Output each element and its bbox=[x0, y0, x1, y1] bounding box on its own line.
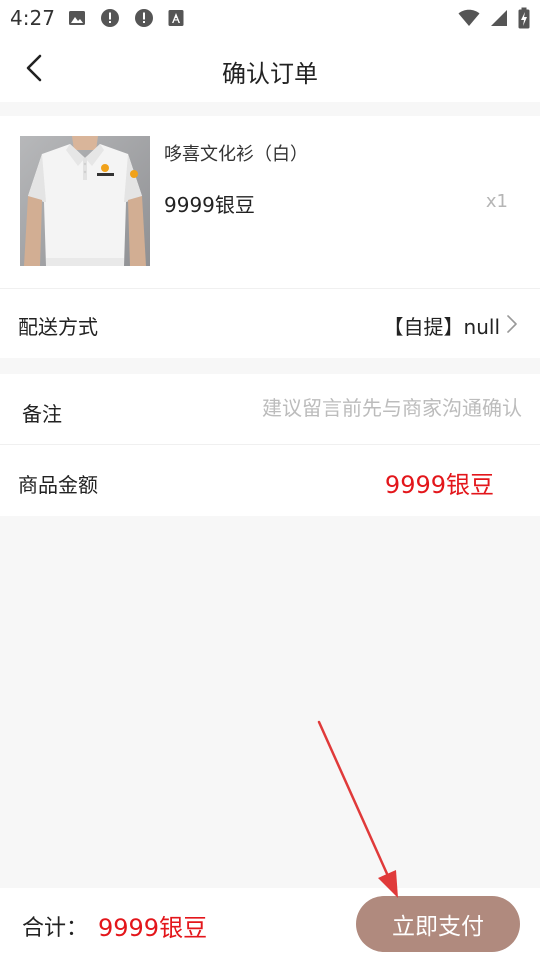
product-card: 哆喜文化衫（白） 9999银豆 x1 bbox=[0, 116, 540, 288]
delivery-method-row[interactable]: 配送方式 【自提】null bbox=[0, 288, 540, 358]
alert-icon bbox=[101, 9, 119, 27]
battery-charging-icon bbox=[518, 7, 530, 29]
remark-label: 备注 bbox=[22, 402, 62, 426]
product-price: 9999银豆 bbox=[164, 193, 255, 217]
wifi-icon bbox=[458, 9, 480, 26]
white-polo-shirt-image bbox=[20, 136, 150, 266]
alert-icon bbox=[135, 9, 153, 27]
product-image bbox=[20, 136, 150, 266]
status-bar: 4:27 bbox=[0, 0, 540, 36]
delivery-value: 【自提】null bbox=[383, 315, 500, 339]
total-label: 合计： bbox=[22, 916, 89, 941]
delivery-label: 配送方式 bbox=[18, 315, 98, 339]
pay-now-button[interactable]: 立即支付 bbox=[356, 896, 520, 952]
status-time: 4:27 bbox=[10, 6, 55, 30]
total-value: 9999银豆 bbox=[98, 914, 208, 942]
signal-icon bbox=[491, 10, 507, 26]
notification-icons bbox=[68, 8, 184, 28]
font-a-icon bbox=[168, 10, 184, 26]
checkout-bar: 合计： 9999银豆 立即支付 bbox=[0, 888, 540, 960]
remark-input[interactable] bbox=[202, 390, 522, 426]
image-icon bbox=[69, 11, 85, 25]
product-amount-row: 商品金额 9999银豆 bbox=[0, 444, 540, 516]
product-quantity: x1 bbox=[485, 191, 508, 212]
confirm-order-screen: 4:27 确认订单 哆喜文化衫（白） 9999银豆 x1 配送方式 【自提】nu… bbox=[0, 0, 540, 960]
system-icons bbox=[458, 7, 530, 29]
product-name: 哆喜文化衫（白） bbox=[164, 144, 308, 165]
amount-value: 9999银豆 bbox=[384, 471, 494, 499]
page-title: 确认订单 bbox=[222, 60, 318, 88]
remark-row: 备注 bbox=[0, 374, 540, 444]
header-bar: 确认订单 bbox=[0, 36, 540, 102]
amount-label: 商品金额 bbox=[18, 473, 98, 497]
chevron-right-icon bbox=[507, 315, 517, 333]
